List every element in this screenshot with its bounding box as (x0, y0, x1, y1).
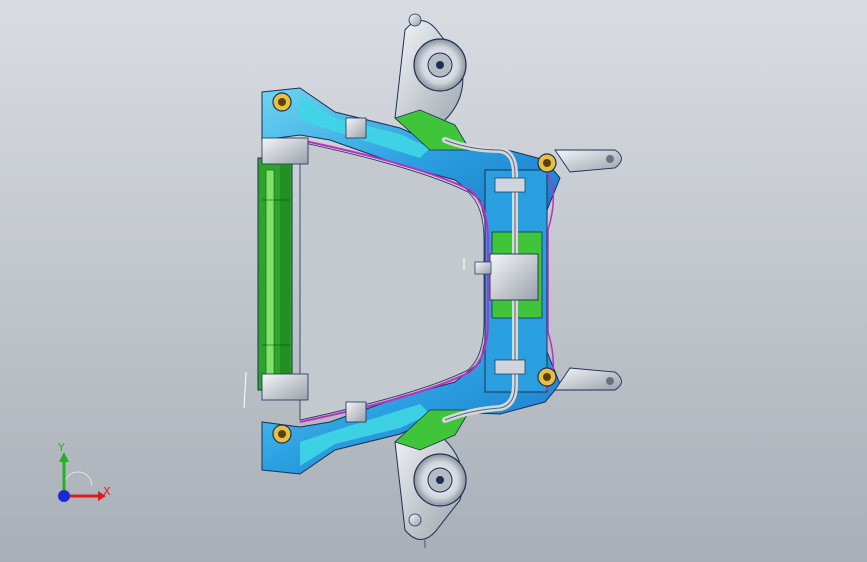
right-mount-brackets (554, 149, 622, 391)
axis-y-label: Y (58, 441, 65, 454)
subframe-assembly-3d-model[interactable] (0, 0, 867, 562)
axis-x-label: X (103, 485, 111, 498)
axis-z-dot (58, 490, 70, 502)
cad-viewport[interactable]: X Y (0, 0, 867, 562)
axis-triad (58, 452, 106, 502)
front-cross-rail (257, 157, 293, 391)
